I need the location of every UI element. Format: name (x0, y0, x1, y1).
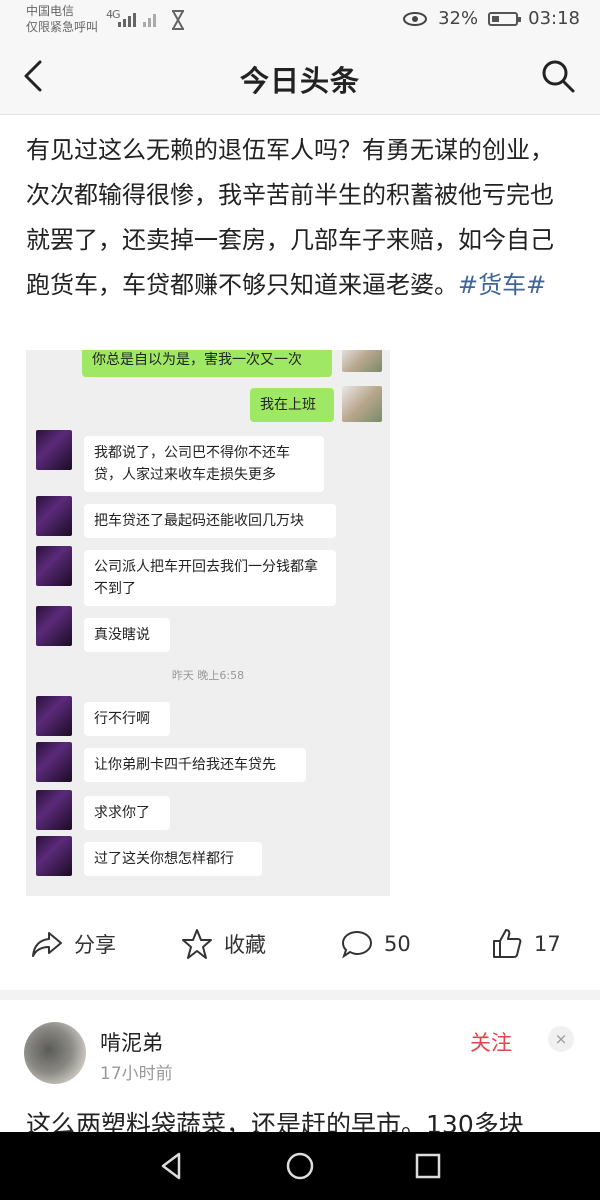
comment-button[interactable]: 50 (340, 927, 411, 961)
favorite-label: 收藏 (224, 933, 266, 957)
share-button[interactable]: 分享 (30, 927, 116, 961)
thumbs-up-icon (493, 929, 522, 958)
chat-avatar-self (342, 350, 382, 372)
like-count: 17 (534, 932, 561, 956)
nav-home-icon[interactable] (283, 1149, 317, 1183)
chat-avatar-self (342, 386, 382, 422)
chat-bubble-received: 我都说了，公司巴不得你不还车贷，人家过来收车走损失更多 (84, 436, 324, 492)
commenter-avatar[interactable] (24, 1022, 86, 1084)
chat-bubble-received: 让你弟刷卡四千给我还车贷先 (84, 748, 306, 782)
chat-bubble-received: 求求你了 (84, 796, 170, 830)
chat-bubble-sent: 你总是自以为是，害我一次又一次 (82, 350, 332, 377)
chat-avatar-contact (36, 606, 72, 646)
section-divider (0, 990, 600, 1000)
follow-button[interactable]: 关注 (470, 1027, 512, 1057)
favorite-button[interactable]: 收藏 (180, 927, 266, 961)
star-icon (182, 929, 212, 959)
chat-avatar-contact (36, 696, 72, 736)
comment-icon (341, 930, 373, 959)
page-title: 今日头条 (239, 64, 360, 98)
system-nav-bar (0, 1132, 600, 1200)
carrier-emergency-text: 仅限紧急呼叫 (26, 20, 99, 34)
chat-avatar-contact (36, 430, 72, 470)
chat-timestamp: 昨天 晚上6:58 (171, 669, 245, 682)
chat-avatar-contact (36, 546, 72, 586)
eye-comfort-icon (403, 11, 428, 26)
chat-avatar-contact (36, 790, 72, 830)
like-button[interactable]: 17 (490, 927, 561, 961)
chat-bubble-received: 把车贷还了最起码还能收回几万块 (84, 504, 336, 538)
chat-screenshot-image[interactable]: 你总是自以为是，害我一次又一次 我在上班 我都说了，公司巴不得你不还车贷，人家过… (26, 350, 390, 896)
search-icon[interactable] (538, 56, 578, 96)
status-bar: 中国电信 仅限紧急呼叫 4G 32% 03:18 (0, 0, 600, 40)
article-actions: 分享 收藏 50 17 (0, 915, 600, 975)
commenter-name[interactable]: 啃泥弟 (100, 1027, 163, 1057)
battery-percent: 32% (438, 8, 479, 29)
chat-bubble-received: 过了这关你想怎样都行 (84, 842, 262, 876)
clock: 03:18 (528, 8, 580, 29)
comment-count: 50 (384, 932, 411, 956)
comment-time: 17小时前 (100, 1064, 173, 1084)
hourglass-icon (172, 10, 184, 30)
nav-recents-icon[interactable] (411, 1149, 445, 1183)
chat-bubble-received: 真没瞎说 (84, 618, 170, 652)
carrier-name: 中国电信 (26, 4, 75, 18)
carrier-info: 中国电信 仅限紧急呼叫 (26, 3, 98, 35)
share-label: 分享 (74, 933, 116, 957)
article-body: 有见过这么无赖的退伍军人吗？有勇无谋的创业，次次都输得很惨，我辛苦前半生的积蓄被… (26, 128, 574, 308)
share-icon (32, 932, 62, 957)
hashtag-link[interactable]: #货车# (458, 271, 546, 299)
chat-avatar-contact (36, 496, 72, 536)
comment-text: 这么两塑料袋蔬菜，还是赶的早市。130多块 (26, 1110, 524, 1133)
close-icon[interactable]: × (548, 1026, 574, 1052)
battery-icon (488, 11, 522, 26)
app-header: 今日头条 (0, 40, 600, 115)
nav-back-icon[interactable] (155, 1149, 189, 1183)
chat-bubble-received: 行不行啊 (84, 702, 170, 736)
chat-avatar-contact (36, 836, 72, 876)
signal-icon (118, 13, 156, 27)
chat-bubble-sent: 我在上班 (250, 388, 334, 422)
chat-bubble-received: 公司派人把车开回去我们一分钱都拿不到了 (84, 550, 336, 606)
chat-avatar-contact (36, 742, 72, 782)
